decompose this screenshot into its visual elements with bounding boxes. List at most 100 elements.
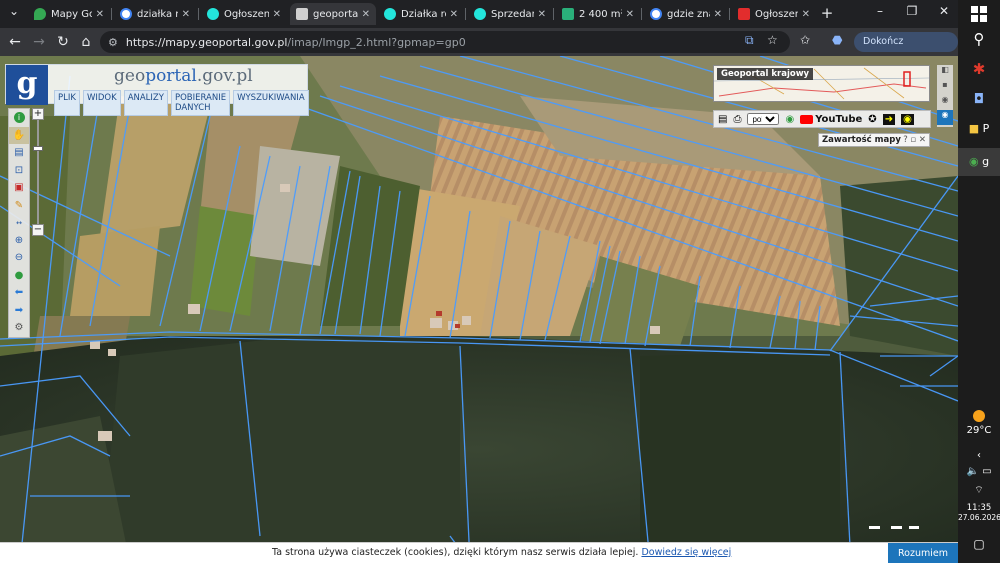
geoportal-title: geoportal.gov.pl <box>114 66 253 86</box>
cookie-accept-button[interactable]: Rozumiem <box>888 543 958 563</box>
measure-icon[interactable]: ↔ <box>9 214 29 232</box>
arrow-mode-icon[interactable]: ➜ <box>882 113 896 125</box>
bookmarks-icon[interactable]: ✩ <box>800 33 810 47</box>
tray-icons[interactable]: 🔈 ▭ <box>958 466 1000 477</box>
update-button[interactable]: Dokończ aktualizację ⋮ <box>854 32 958 67</box>
battery-icon[interactable]: ▭ <box>982 466 991 477</box>
back-icon[interactable]: ← <box>6 33 24 51</box>
new-tab-button[interactable]: + <box>818 4 836 22</box>
legend-icon[interactable]: ▤ <box>9 144 29 162</box>
tab-ogloszenia-olx[interactable]: Ogłoszenia ✕ <box>201 3 287 25</box>
help-icon[interactable]: ◉ <box>785 114 794 125</box>
settings-wheel-icon[interactable]: ⚙ <box>9 319 29 337</box>
sun-icon <box>973 410 985 422</box>
tab-ogloszenia-2[interactable]: Ogłoszenia ✕ <box>732 3 816 25</box>
reload-icon[interactable]: ↻ <box>54 33 72 51</box>
wifi-icon[interactable]: ⌔ <box>958 484 1000 497</box>
app-icon[interactable]: ✱ <box>958 60 1000 78</box>
menu-widok[interactable]: WIDOK <box>82 90 121 116</box>
zoom-plus-button[interactable]: + <box>32 108 44 120</box>
clock[interactable]: 11:35 27.06.2026 <box>958 503 1000 522</box>
extension-icon[interactable]: ⬣ <box>832 33 842 47</box>
print-area-icon[interactable]: ▣ <box>9 179 29 197</box>
camera-app-icon[interactable]: ◘ <box>958 92 1000 107</box>
layers-icon[interactable]: ◧ <box>937 65 953 80</box>
visibility-icon[interactable]: ◉ <box>937 95 953 110</box>
zoom-slider[interactable]: + − <box>32 108 44 236</box>
tab-dzialka-search[interactable]: działka na s ✕ <box>114 3 196 25</box>
tab-dzialka-rolna[interactable]: Działka roln ✕ <box>378 3 464 25</box>
zoom-in-icon[interactable]: ⊕ <box>9 232 29 250</box>
language-select[interactable]: pol <box>747 113 780 125</box>
tab-search-icon[interactable]: ⌄ <box>2 4 26 18</box>
search-icon[interactable]: ⚲ <box>958 30 1000 48</box>
zoom-out-icon[interactable]: ⊖ <box>9 249 29 267</box>
overview-minimap[interactable]: Geoportal krajowy <box>713 65 930 102</box>
export-icon[interactable]: ▤ <box>718 114 727 125</box>
map-content-panel[interactable]: Zawartość mapy ? ▫ ✕ <box>818 133 930 147</box>
menu-wyszukiwania[interactable]: WYSZUKIWANIA <box>233 90 309 116</box>
notification-icon[interactable]: ▢ <box>958 537 1000 551</box>
close-icon[interactable]: ✕ <box>626 9 634 20</box>
youtube-link[interactable]: YouTube <box>800 114 862 125</box>
windows-start-icon[interactable] <box>958 6 1000 25</box>
main-menu: PLIK WIDOK ANALIZY POBIERANIE DANYCH WYS… <box>54 90 309 116</box>
active-eye-icon[interactable]: ◉ <box>937 110 953 125</box>
forward-arrow-icon[interactable]: ➡ <box>9 302 29 320</box>
draw-pencil-icon[interactable]: ✎ <box>9 197 29 215</box>
pan-hand-icon[interactable]: ✋ <box>9 126 29 144</box>
cookie-learn-more-link[interactable]: Dowiedz się więcej <box>641 547 731 558</box>
orthophoto-map[interactable] <box>0 56 958 563</box>
chrome-taskbar-item[interactable]: ◉ g <box>958 148 1000 176</box>
close-icon[interactable]: ✕ <box>714 9 722 20</box>
chrome-icon: ◉ <box>968 155 979 168</box>
globe-icon[interactable]: ● <box>9 267 29 285</box>
print-icon[interactable]: ⎙ <box>733 114 741 125</box>
install-app-icon[interactable]: ⧉ <box>745 33 754 48</box>
tab-gdzie-znalezc[interactable]: gdzie znale ✕ <box>644 3 728 25</box>
close-icon[interactable]: ✕ <box>182 9 190 20</box>
site-settings-icon[interactable]: ⚙ <box>108 36 118 49</box>
minimap-toggle-icon[interactable]: ▪ <box>937 80 953 95</box>
geoportal-favicon-icon <box>296 8 308 20</box>
accessibility-icon[interactable]: ✪ <box>868 114 876 125</box>
listing-favicon-icon <box>738 8 750 20</box>
speaker-icon[interactable]: 🔈 <box>966 466 978 477</box>
close-icon[interactable]: ✕ <box>538 9 546 20</box>
close-icon[interactable]: ✕ <box>802 9 810 20</box>
tab-sprzedam[interactable]: Sprzedam d ✕ <box>468 3 552 25</box>
close-icon[interactable]: ✕ <box>96 9 104 20</box>
select-area-icon[interactable]: ⊡ <box>9 162 29 180</box>
weather-widget[interactable]: 29°C <box>958 410 1000 436</box>
close-icon[interactable]: ✕ <box>273 9 281 20</box>
back-arrow-icon[interactable]: ⬅ <box>9 284 29 302</box>
file-explorer-item[interactable]: ■ P <box>958 122 1000 135</box>
close-icon[interactable]: ✕ <box>450 9 458 20</box>
browser-toolbar: ← → ↻ ⌂ ⚙ https://mapy.geoportal.gov.pl/… <box>0 28 958 67</box>
geoportal-logo[interactable]: g <box>6 65 48 105</box>
eye-icon[interactable]: ◉ <box>901 113 914 125</box>
menu-analizy[interactable]: ANALIZY <box>123 90 168 116</box>
tab-mapy-google[interactable]: Mapy Goog ✕ <box>28 3 110 25</box>
close-window-icon[interactable]: ✕ <box>932 4 956 18</box>
cookie-message: Ta strona używa ciasteczek (cookies), dz… <box>272 547 732 558</box>
home-icon[interactable]: ⌂ <box>77 33 95 51</box>
forward-icon[interactable]: → <box>30 33 48 51</box>
tab-2400m2[interactable]: 2 400 m², d ✕ <box>556 3 640 25</box>
url-text: https://mapy.geoportal.gov.pl/imap/Imgp_… <box>125 35 466 49</box>
panel-window-buttons[interactable]: ? ▫ ✕ <box>903 134 926 146</box>
zoom-slider-handle[interactable] <box>33 146 43 151</box>
youtube-icon <box>800 114 814 124</box>
menu-pobieranie-danych[interactable]: POBIERANIE DANYCH <box>170 90 231 116</box>
minimize-icon[interactable]: – <box>868 4 892 18</box>
close-icon[interactable]: ✕ <box>362 9 370 20</box>
address-bar[interactable]: ⚙ https://mapy.geoportal.gov.pl/imap/Img… <box>100 31 790 53</box>
tray-chevron-icon[interactable]: ‹ <box>958 450 1000 461</box>
bookmark-star-icon[interactable]: ☆ <box>767 33 778 47</box>
tab-geoportal[interactable]: geoportal.g ✕ <box>290 3 376 25</box>
zoom-minus-button[interactable]: − <box>32 224 44 236</box>
menu-plik[interactable]: PLIK <box>54 90 80 116</box>
maximize-icon[interactable]: ❐ <box>900 4 924 18</box>
info-icon[interactable]: i <box>9 109 29 127</box>
olx-favicon-icon <box>474 8 486 20</box>
